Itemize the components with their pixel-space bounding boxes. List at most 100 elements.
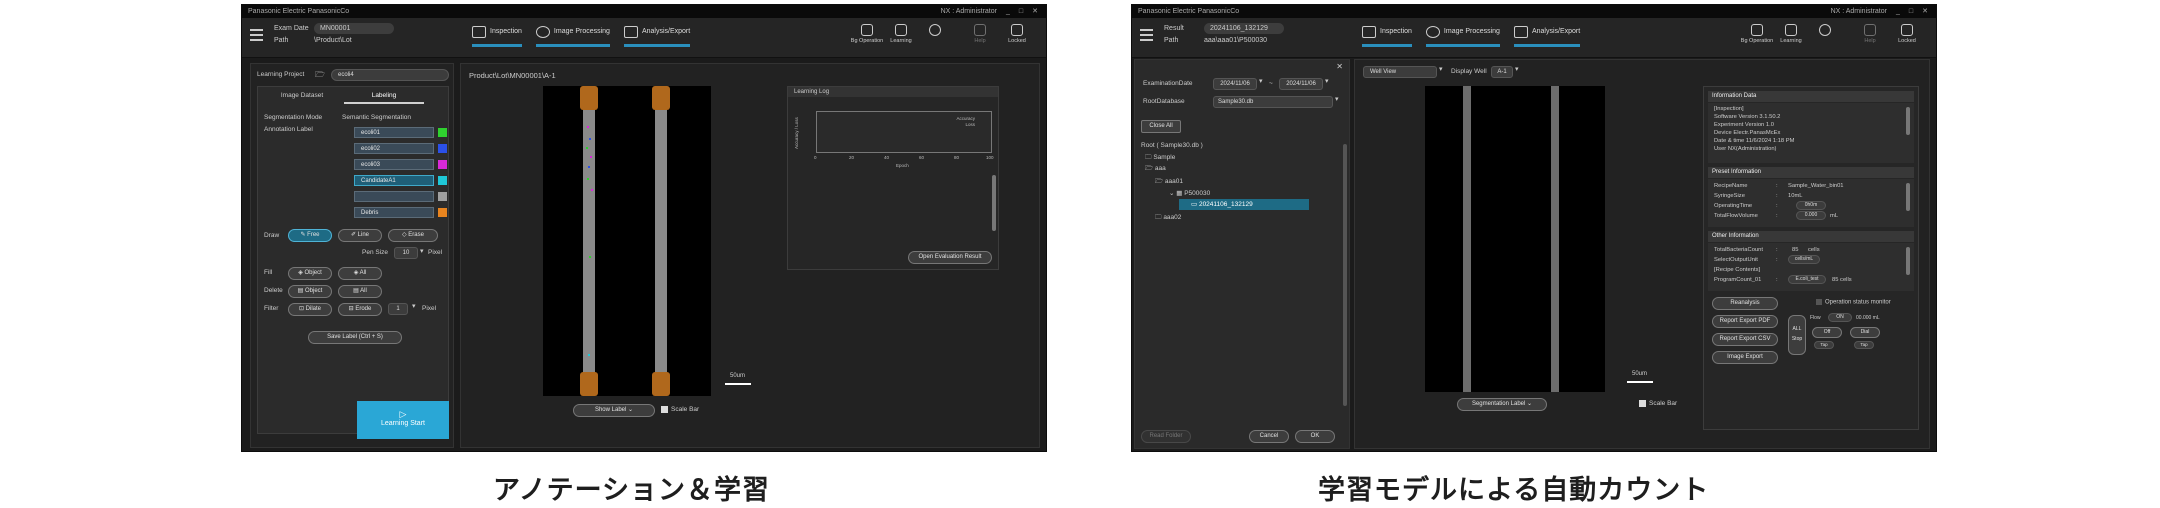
delete-object-button[interactable]: ▤ Object	[288, 285, 332, 298]
color-swatch[interactable]	[438, 176, 447, 185]
bg-operation-button[interactable]: Bg Operation	[850, 24, 884, 44]
segmentation-label-dropdown[interactable]: Segmentation Label ⌄	[1457, 398, 1547, 411]
cancel-button[interactable]: Cancel	[1249, 430, 1289, 443]
fill-all-button[interactable]: ◈ All	[338, 267, 382, 280]
step-analysis-export[interactable]: Analysis/Export	[1513, 25, 1581, 47]
tree-scrollbar[interactable]	[1343, 144, 1347, 406]
step-inspection[interactable]: Inspection	[1362, 25, 1412, 47]
tree-node[interactable]: 🗁 aaa	[1145, 164, 1166, 175]
dilate-button[interactable]: ⊡ Dilate	[288, 303, 332, 316]
tree-node[interactable]: ⌄ ▦ P500030	[1169, 189, 1210, 197]
tree-node[interactable]: 🗀 aaa02	[1155, 213, 1181, 224]
folder-icon[interactable]: 🗁	[315, 69, 325, 83]
close-all-button[interactable]: Close All	[1141, 120, 1181, 133]
date-from-field[interactable]: 2024/11/06	[1213, 78, 1257, 90]
tree-root[interactable]: Root ( Sample30.db )	[1141, 142, 1203, 149]
color-swatch[interactable]	[438, 208, 447, 217]
display-well-select[interactable]: A-1	[1491, 66, 1513, 78]
chevron-down-icon[interactable]: ▾	[1439, 65, 1443, 73]
menu-icon[interactable]	[250, 29, 263, 41]
chevron-down-icon[interactable]: ▾	[420, 247, 424, 255]
calendar-icon[interactable]: ▾	[1259, 77, 1263, 85]
exam-date-field[interactable]: MN00001	[314, 23, 394, 34]
close-icon[interactable]: ✕	[1336, 62, 1343, 71]
color-swatch[interactable]	[438, 144, 447, 153]
report-pdf-button[interactable]: Report Export PDF	[1712, 315, 1778, 328]
minimize-button[interactable]: _	[1896, 5, 1900, 18]
bg-operation-button[interactable]: Bg Operation	[1740, 24, 1774, 44]
root-db-select[interactable]: Sample30.db	[1213, 96, 1333, 108]
all-stop-button[interactable]: ALL Stop	[1788, 315, 1806, 355]
microscope-image[interactable]	[543, 86, 711, 396]
reanalysis-button[interactable]: Reanalysis	[1712, 297, 1778, 310]
setting-button[interactable]	[918, 24, 952, 38]
microscope-image[interactable]	[1425, 86, 1605, 392]
learning-button[interactable]: Learning	[1774, 24, 1808, 44]
color-swatch[interactable]	[438, 192, 447, 201]
draw-line-button[interactable]: ✐ Line	[338, 229, 382, 242]
step-image-processing[interactable]: Image Processing	[535, 25, 610, 47]
locked-button[interactable]: Locked	[1000, 24, 1034, 44]
chevron-down-icon[interactable]: ▾	[1335, 95, 1339, 103]
minimize-button[interactable]: _	[1006, 5, 1010, 18]
help-button[interactable]: Help	[963, 24, 997, 44]
menu-icon[interactable]	[1140, 29, 1153, 41]
delete-all-button[interactable]: ▤ All	[338, 285, 382, 298]
save-label-button[interactable]: Save Label (Ctrl + S)	[308, 331, 402, 344]
preset-scrollbar[interactable]	[1906, 183, 1910, 211]
tap-toggle[interactable]: Tap	[1814, 341, 1834, 349]
tree-node[interactable]: 🗀 Sample	[1145, 153, 1175, 164]
annotation-row[interactable]: Debris	[354, 207, 434, 218]
ok-button[interactable]: OK	[1295, 430, 1335, 443]
learning-start-button[interactable]: ▷ Learning Start	[357, 401, 449, 439]
locked-button[interactable]: Locked	[1890, 24, 1924, 44]
step-image-processing[interactable]: Image Processing	[1425, 25, 1500, 47]
calendar-icon[interactable]: ▾	[1325, 77, 1329, 85]
learning-project-field[interactable]: ecoli4	[331, 69, 449, 81]
filter-size-field[interactable]: 1	[388, 303, 408, 315]
view-select[interactable]: Well View	[1363, 66, 1437, 78]
output-unit-select[interactable]: cells/mL	[1788, 255, 1820, 264]
chevron-down-icon[interactable]: ▾	[412, 302, 416, 310]
report-csv-button[interactable]: Report Export CSV	[1712, 333, 1778, 346]
off-button[interactable]: Off	[1812, 327, 1842, 338]
show-label-dropdown[interactable]: Show Label ⌄	[573, 404, 655, 417]
info-scrollbar[interactable]	[1906, 107, 1910, 135]
annotation-row[interactable]: ecoli01	[354, 127, 434, 138]
log-scrollbar[interactable]	[992, 175, 996, 231]
open-evaluation-button[interactable]: Open Evaluation Result	[908, 251, 992, 264]
dial-button[interactable]: Dial	[1850, 327, 1880, 338]
draw-erase-button[interactable]: ◇ Erase	[388, 229, 438, 242]
pen-size-field[interactable]: 10	[394, 247, 418, 259]
tap-toggle[interactable]: Tap	[1854, 341, 1874, 349]
color-swatch[interactable]	[438, 128, 447, 137]
date-to-field[interactable]: 2024/11/06	[1279, 78, 1323, 90]
fill-object-button[interactable]: ◈ Object	[288, 267, 332, 280]
maximize-button[interactable]: □	[1909, 5, 1913, 18]
tab-labeling[interactable]: Labeling	[344, 89, 424, 104]
erode-button[interactable]: ⊟ Erode	[338, 303, 382, 316]
tree-node-selected[interactable]: ▭ 20241106_132129	[1191, 200, 1253, 208]
chevron-down-icon[interactable]: ▾	[1515, 65, 1519, 73]
image-export-button[interactable]: Image Export	[1712, 351, 1778, 364]
result-field[interactable]: 20241106_132129	[1204, 23, 1284, 34]
tab-image-dataset[interactable]: Image Dataset	[262, 89, 342, 104]
scale-bar-toggle[interactable]: Scale Bar	[1639, 400, 1677, 407]
annotation-row[interactable]: ecoli03	[354, 159, 434, 170]
step-analysis-export[interactable]: Analysis/Export	[623, 25, 691, 47]
scale-bar-toggle[interactable]: Scale Bar	[661, 406, 699, 413]
close-button[interactable]: ✕	[1032, 5, 1038, 18]
annotation-row[interactable]	[354, 191, 434, 202]
operation-monitor-toggle[interactable]: Operation status monitor	[1816, 299, 1891, 306]
annotation-row-selected[interactable]: CandidateA1	[354, 175, 434, 186]
read-folder-button[interactable]: Read Folder	[1141, 430, 1191, 443]
help-button[interactable]: Help	[1853, 24, 1887, 44]
other-scrollbar[interactable]	[1906, 247, 1910, 275]
flow-on-button[interactable]: ON	[1828, 313, 1852, 322]
annotation-row[interactable]: ecoli02	[354, 143, 434, 154]
learning-button[interactable]: Learning	[884, 24, 918, 44]
close-button[interactable]: ✕	[1922, 5, 1928, 18]
draw-free-button[interactable]: ✎ Free	[288, 229, 332, 242]
tree-node[interactable]: 🗁 aaa01	[1155, 177, 1183, 188]
maximize-button[interactable]: □	[1019, 5, 1023, 18]
